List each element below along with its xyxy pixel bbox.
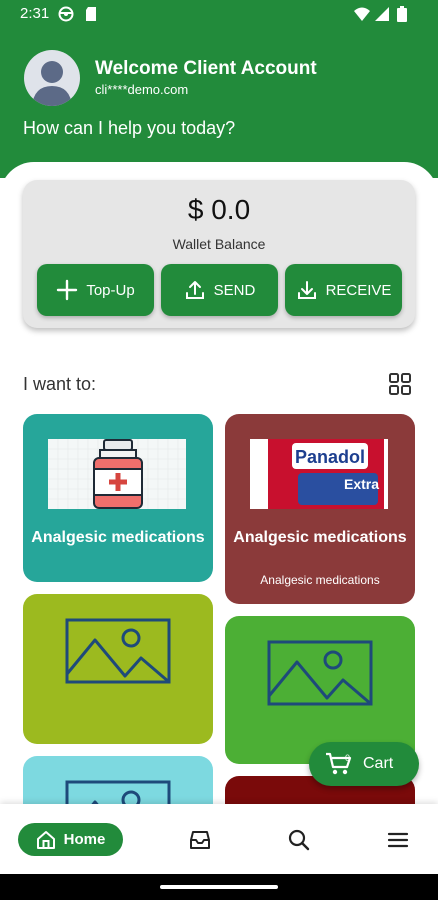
battery-icon xyxy=(397,6,407,22)
card-title: Analgesic medications xyxy=(233,529,407,546)
image-placeholder-icon xyxy=(65,618,171,684)
plus-icon xyxy=(57,279,78,301)
topup-button[interactable]: Top-Up xyxy=(37,264,154,316)
send-button[interactable]: SEND xyxy=(161,264,278,316)
topup-label: Top-Up xyxy=(86,281,135,299)
wifi-icon xyxy=(354,7,370,21)
image-placeholder-icon xyxy=(267,640,373,706)
panadol-extra-text: Extra xyxy=(344,476,379,492)
nav-home[interactable]: Home xyxy=(18,823,123,856)
category-card[interactable]: Analgesic medications xyxy=(23,414,213,582)
receive-button[interactable]: RECEIVE xyxy=(285,264,402,316)
nav-home-label: Home xyxy=(63,831,106,848)
menu-icon[interactable] xyxy=(386,828,410,852)
help-prompt: How can I help you today? xyxy=(23,118,236,138)
cell-signal-icon xyxy=(375,7,389,21)
status-time: 2:31 xyxy=(20,5,50,22)
user-email: cli****demo.com xyxy=(95,82,189,97)
cart-button[interactable]: 0 Cart xyxy=(309,742,419,786)
receive-label: RECEIVE xyxy=(325,281,392,299)
bottom-navigation: Home xyxy=(0,804,438,874)
panadol-pack-image: Panadol Extra xyxy=(250,439,388,509)
card-title: Analgesic medications xyxy=(31,529,205,546)
send-label: SEND xyxy=(213,281,256,299)
download-icon xyxy=(297,281,316,299)
steering-wheel-icon xyxy=(58,6,74,22)
image-placeholder-icon xyxy=(65,780,171,804)
sd-card-icon xyxy=(86,7,96,21)
header: Welcome Client Account cli****demo.com H… xyxy=(0,28,438,178)
medicine-bottle-icon xyxy=(48,439,186,509)
wallet-balance-label: Wallet Balance xyxy=(172,236,266,252)
panadol-brand-text: Panadol xyxy=(295,447,365,467)
welcome-title: Welcome Client Account xyxy=(95,58,317,79)
user-avatar-icon xyxy=(32,61,72,106)
system-nav-bar xyxy=(0,874,438,900)
section-title: I want to: xyxy=(23,374,97,394)
cart-label: Cart xyxy=(363,755,394,772)
upload-icon xyxy=(185,281,204,299)
cart-count: 0 xyxy=(345,753,351,763)
home-gesture-handle[interactable] xyxy=(160,885,278,889)
category-card[interactable] xyxy=(23,756,213,804)
category-card[interactable]: Panadol Extra Analgesic medications Anal… xyxy=(225,414,415,604)
wallet-amount: $ 0.0 xyxy=(187,194,251,225)
avatar[interactable] xyxy=(24,50,80,106)
wallet-card: $ 0.0 Wallet Balance Top-Up SEND RECEIVE xyxy=(23,180,415,328)
home-icon xyxy=(36,830,55,849)
inbox-icon[interactable] xyxy=(188,828,212,852)
category-card[interactable] xyxy=(23,594,213,744)
search-icon[interactable] xyxy=(287,828,311,852)
status-bar: 2:31 xyxy=(0,0,438,28)
main-content: $ 0.0 Wallet Balance Top-Up SEND RECEIVE… xyxy=(0,162,438,804)
card-subtitle: Analgesic medications xyxy=(260,573,380,587)
grid-view-icon[interactable] xyxy=(388,372,412,396)
